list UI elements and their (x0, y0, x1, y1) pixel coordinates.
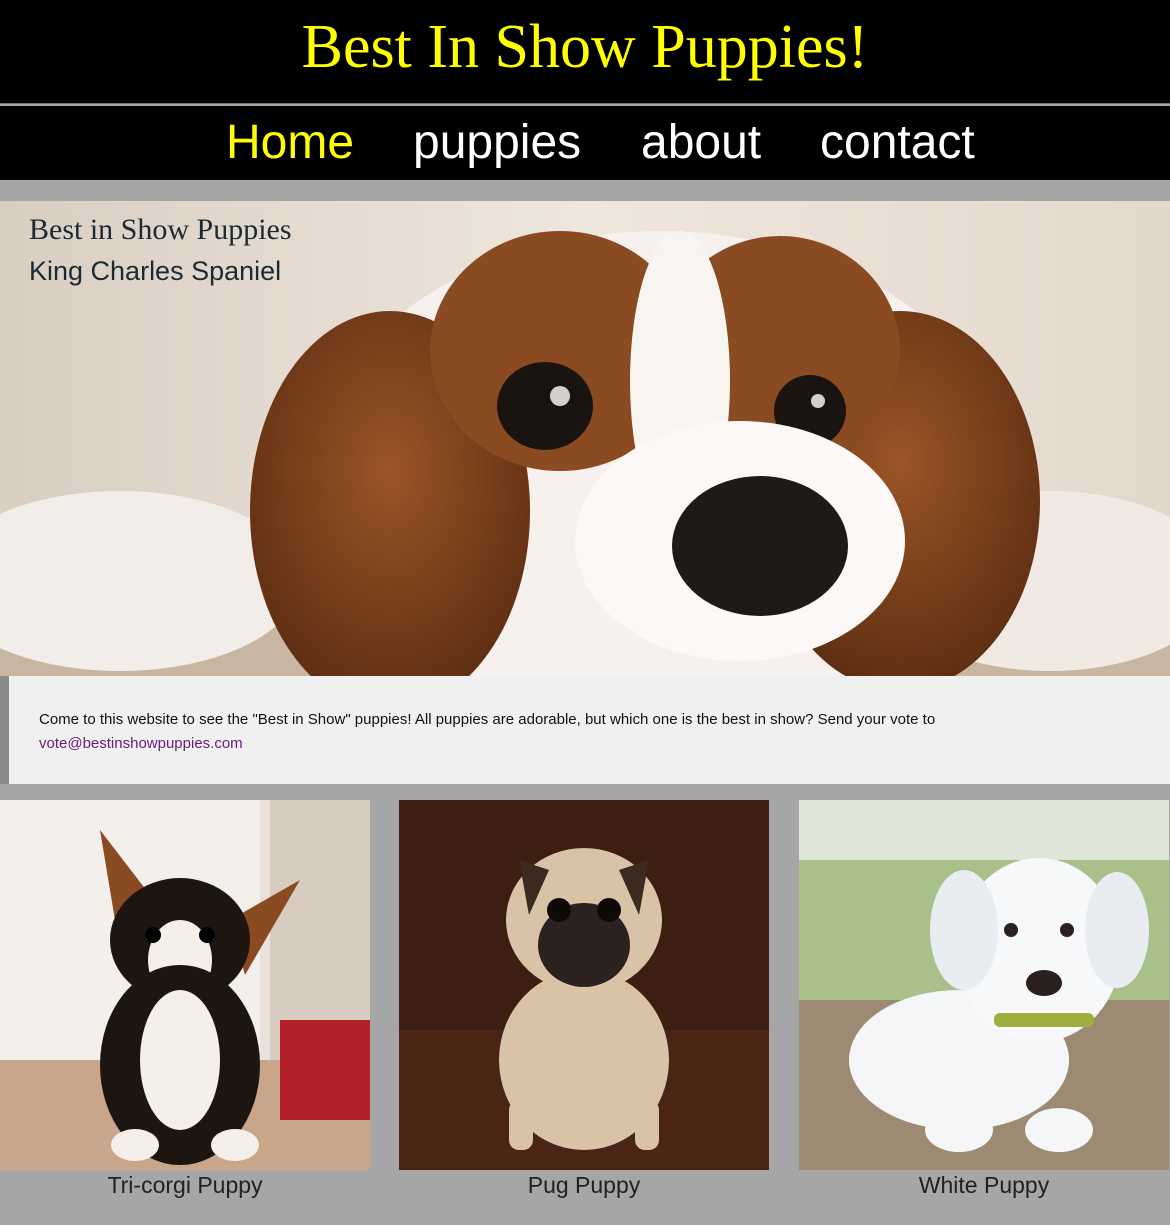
vote-email-link[interactable]: vote@bestinshowpuppies.com (39, 735, 243, 752)
main-nav: Home puppies about contact (0, 106, 1170, 180)
hero-subtitle: King Charles Spaniel (29, 256, 282, 286)
caption-corgi: Tri-corgi Puppy (107, 1172, 263, 1198)
corgi-puppy-image (0, 800, 370, 1170)
nav-puppies[interactable]: puppies (413, 116, 581, 170)
nav-contact[interactable]: contact (820, 116, 975, 170)
intro-accent-bar (0, 676, 9, 784)
nav-about[interactable]: about (641, 116, 761, 170)
intro-text-block: Come to this website to see the "Best in… (39, 708, 1139, 756)
nav-home[interactable]: Home (226, 116, 354, 170)
hero-title: Best in Show Puppies (29, 213, 292, 246)
intro-panel: Come to this website to see the "Best in… (0, 676, 1170, 784)
hero-banner: Best in Show Puppies King Charles Spanie… (0, 201, 1170, 676)
gallery-card-corgi[interactable] (0, 800, 370, 1170)
pug-puppy-image (399, 800, 769, 1170)
white-puppy-image (799, 800, 1169, 1170)
caption-pug: Pug Puppy (527, 1172, 641, 1198)
gallery-card-white[interactable] (799, 800, 1169, 1170)
site-title: Best In Show Puppies! (301, 13, 869, 81)
caption-white: White Puppy (918, 1172, 1050, 1198)
gallery-card-pug[interactable] (399, 800, 769, 1170)
intro-message: Come to this website to see the "Best in… (39, 711, 936, 728)
site-header: Best In Show Puppies! (0, 0, 1170, 104)
